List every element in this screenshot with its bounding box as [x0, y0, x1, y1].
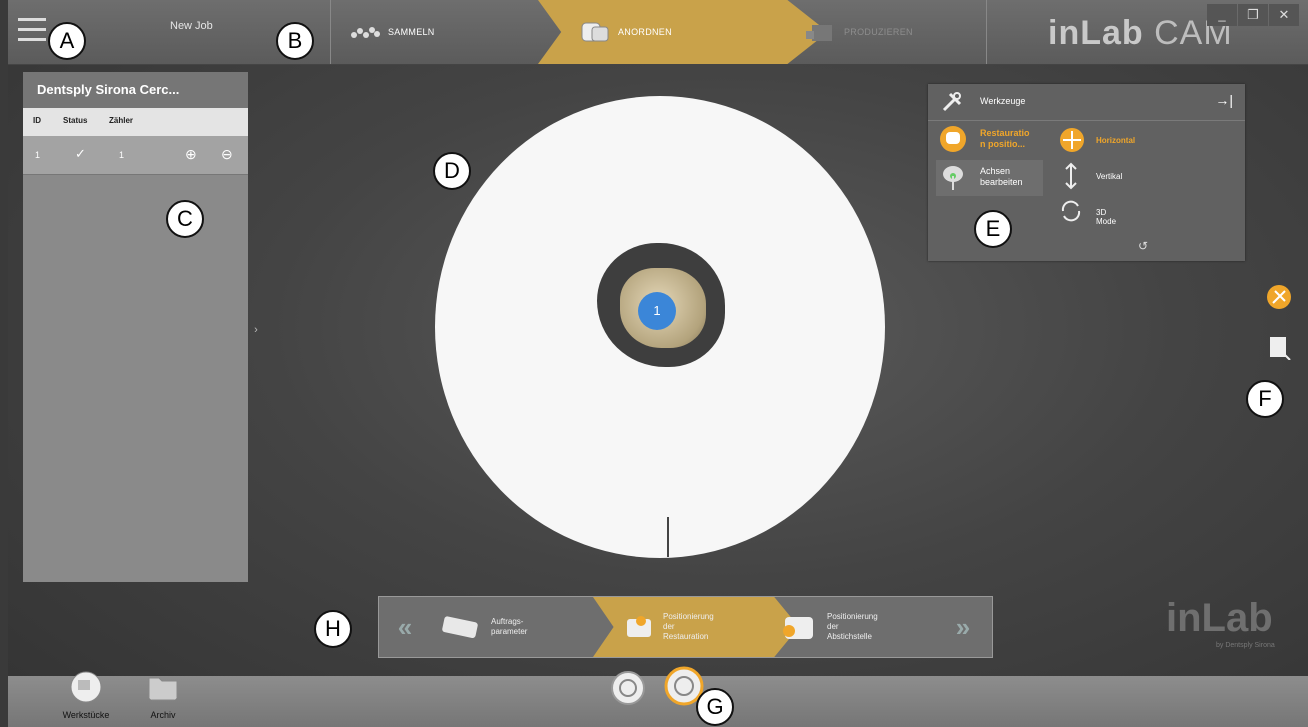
order-parameters-icon — [442, 616, 478, 639]
arrange-icon — [581, 22, 609, 42]
table-header: ID Status Zähler — [23, 108, 248, 136]
column-header-id: ID — [33, 116, 41, 125]
sprue-position[interactable] — [667, 517, 669, 557]
previous-step-button[interactable]: « — [381, 597, 429, 657]
reset-icon[interactable]: ↺ — [1138, 239, 1148, 253]
column-header-count: Zähler — [109, 116, 134, 125]
workflow-stepper: « Auftrags-parameter Positionierung der Re… — [378, 596, 993, 658]
step-label: Positionierung der Abstichstelle — [827, 612, 878, 641]
inlab-watermark-logo: inLab — [1166, 596, 1273, 640]
phase-sammeln[interactable]: SAMMELN — [330, 0, 558, 64]
panel-collapse-toggle[interactable]: › — [250, 304, 262, 356]
job-panel: Dentsply Sirona Cerc... ID Status Zähler… — [23, 72, 248, 582]
bottom-bar: Werkstücke Archiv — [8, 666, 1308, 727]
status-check-icon: ✓ — [75, 146, 86, 161]
phase-label: ANORDNEN — [618, 27, 672, 37]
tool-label: Achsen bearbeiten — [980, 166, 1023, 187]
close-button[interactable]: ✕ — [1269, 4, 1299, 26]
step-restoration-positioning[interactable]: Positionierung der Restauration — [593, 597, 799, 657]
phase-produzieren[interactable]: PRODUZIEREN — [780, 0, 1004, 64]
table-row[interactable]: 1 ✓ 1 ⊕ ⊖ — [23, 136, 248, 175]
sprue-positioning-icon — [783, 617, 813, 639]
edit-axes-icon — [943, 166, 963, 190]
workpiece-disc-icon[interactable] — [610, 670, 646, 706]
minimize-button[interactable]: _ — [1207, 4, 1237, 26]
workpieces-label: Werkstücke — [62, 710, 110, 720]
tools-header-label: Werkzeuge — [980, 96, 1026, 106]
mode-label: 3D Mode — [1096, 208, 1117, 226]
step-label: Auftrags-parameter — [491, 617, 528, 636]
view-options-icon[interactable] — [1266, 334, 1292, 360]
dentsply-sirona-watermark: by Dentsply Sirona — [1216, 642, 1275, 649]
top-bar: New Job SAMMELN ANORDNEN PRODUZIEREN inL… — [8, 0, 1308, 65]
phase-label: SAMMELN — [388, 27, 435, 37]
restoration-id-marker[interactable]: 1 — [638, 292, 676, 330]
pin-panel-icon[interactable]: →| — [1215, 92, 1233, 108]
tool-label: Restauratio n positio... — [980, 128, 1030, 149]
column-header-status: Status — [63, 116, 88, 125]
job-panel-title: Dentsply Sirona Cerc... — [23, 72, 248, 108]
decrement-button[interactable]: ⊖ — [221, 146, 233, 163]
step-order-parameters[interactable]: Auftrags-parameter — [439, 597, 589, 657]
phase-label: PRODUZIEREN — [844, 27, 913, 37]
tools-icon — [942, 92, 962, 112]
callout-g: G — [696, 688, 734, 726]
rotate-3d-icon — [1061, 200, 1081, 222]
next-step-button[interactable]: » — [939, 597, 987, 657]
job-name[interactable]: New Job — [170, 20, 213, 32]
increment-button[interactable]: ⊕ — [185, 146, 197, 163]
tools-toggle-icon[interactable] — [1266, 284, 1292, 310]
restore-button[interactable]: ❐ — [1238, 4, 1268, 26]
tools-header: Werkzeuge →| — [928, 84, 1245, 121]
archive-button[interactable]: Archiv — [138, 670, 188, 720]
restoration-position-icon — [940, 126, 966, 152]
callout-c: C — [166, 200, 204, 238]
archive-label: Archiv — [150, 710, 176, 720]
archive-icon — [148, 677, 178, 701]
callout-d: D — [433, 152, 471, 190]
produce-icon — [806, 25, 832, 41]
mode-label: Horizontal — [1096, 136, 1136, 145]
callout-e: E — [974, 210, 1012, 248]
step-sprue-positioning[interactable]: Positionierung der Abstichstelle — [777, 597, 927, 657]
mode-label: Vertikal — [1096, 172, 1123, 181]
tool-edit-axes[interactable]: Achsen bearbeiten — [936, 160, 1043, 196]
step-label: Positionierung der Restauration — [663, 612, 714, 641]
callout-f: F — [1246, 380, 1284, 418]
workpieces-button[interactable]: Werkstücke — [56, 670, 116, 720]
callout-h: H — [314, 610, 352, 648]
tool-restoration-position[interactable]: Restauratio n positio... — [936, 122, 1043, 158]
restoration-positioning-icon — [627, 616, 651, 637]
divider — [986, 0, 987, 64]
app-logo: inLab CAM — [1048, 14, 1233, 52]
row-count: 1 — [119, 150, 125, 160]
workpieces-icon — [70, 671, 102, 703]
collect-icon — [351, 27, 380, 38]
phase-navigation: SAMMELN ANORDNEN PRODUZIEREN — [330, 0, 990, 64]
window-controls: _ ❐ ✕ — [1206, 4, 1299, 26]
row-id: 1 — [35, 150, 41, 160]
menu-icon[interactable] — [18, 18, 46, 42]
callout-b: B — [276, 22, 314, 60]
callout-a: A — [48, 22, 86, 60]
app-window: New Job SAMMELN ANORDNEN PRODUZIEREN inL… — [8, 0, 1308, 727]
vertical-move-icon — [1065, 162, 1077, 190]
horizontal-move-icon — [1060, 128, 1084, 152]
